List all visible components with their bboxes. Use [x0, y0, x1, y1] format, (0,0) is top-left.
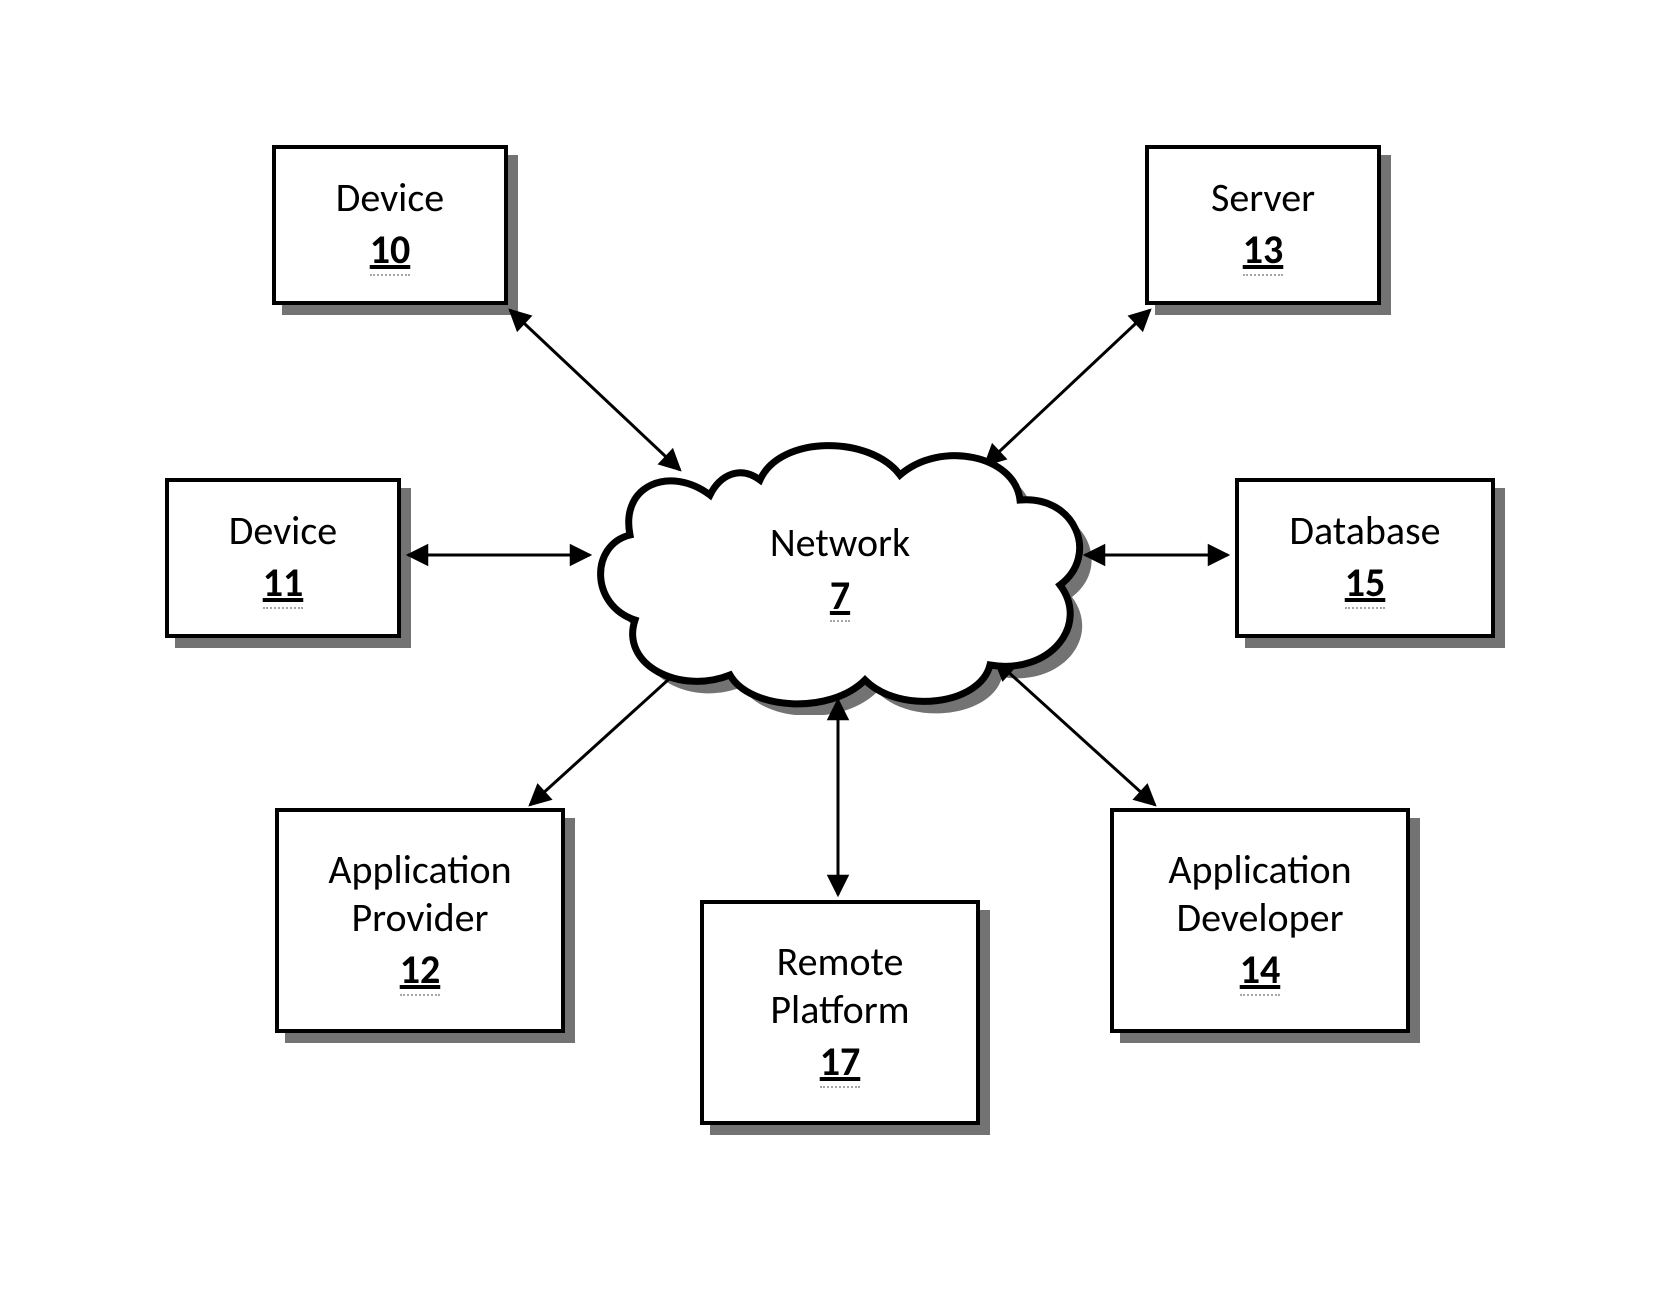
- node-database-15: Database 15: [1235, 478, 1495, 638]
- provider-12-label: Application Provider: [328, 846, 511, 942]
- node-device-10: Device 10: [272, 145, 508, 305]
- platform-17-label: Remote Platform: [770, 938, 909, 1034]
- developer-14-label: Application Developer: [1168, 846, 1351, 942]
- node-device-11: Device 11: [165, 478, 401, 638]
- database-15-label: Database: [1289, 507, 1440, 555]
- platform-17-number: 17: [820, 1038, 861, 1088]
- diagram-canvas: Network 7 Device 10 Server 13 Device 11 …: [0, 0, 1674, 1300]
- device-10-number: 10: [370, 226, 411, 276]
- server-13-label: Server: [1211, 174, 1315, 222]
- server-13-number: 13: [1243, 226, 1284, 276]
- network-label: Network: [770, 518, 910, 567]
- network-number: 7: [830, 571, 850, 622]
- developer-14-number: 14: [1240, 946, 1281, 996]
- database-15-number: 15: [1345, 559, 1386, 609]
- node-remote-platform-17: Remote Platform 17: [700, 900, 980, 1125]
- node-network: Network 7: [580, 425, 1100, 715]
- device-11-label: Device: [229, 507, 337, 555]
- device-11-number: 11: [263, 559, 304, 609]
- device-10-label: Device: [336, 174, 444, 222]
- node-server-13: Server 13: [1145, 145, 1381, 305]
- provider-12-number: 12: [400, 946, 441, 996]
- node-application-provider-12: Application Provider 12: [275, 808, 565, 1033]
- node-application-developer-14: Application Developer 14: [1110, 808, 1410, 1033]
